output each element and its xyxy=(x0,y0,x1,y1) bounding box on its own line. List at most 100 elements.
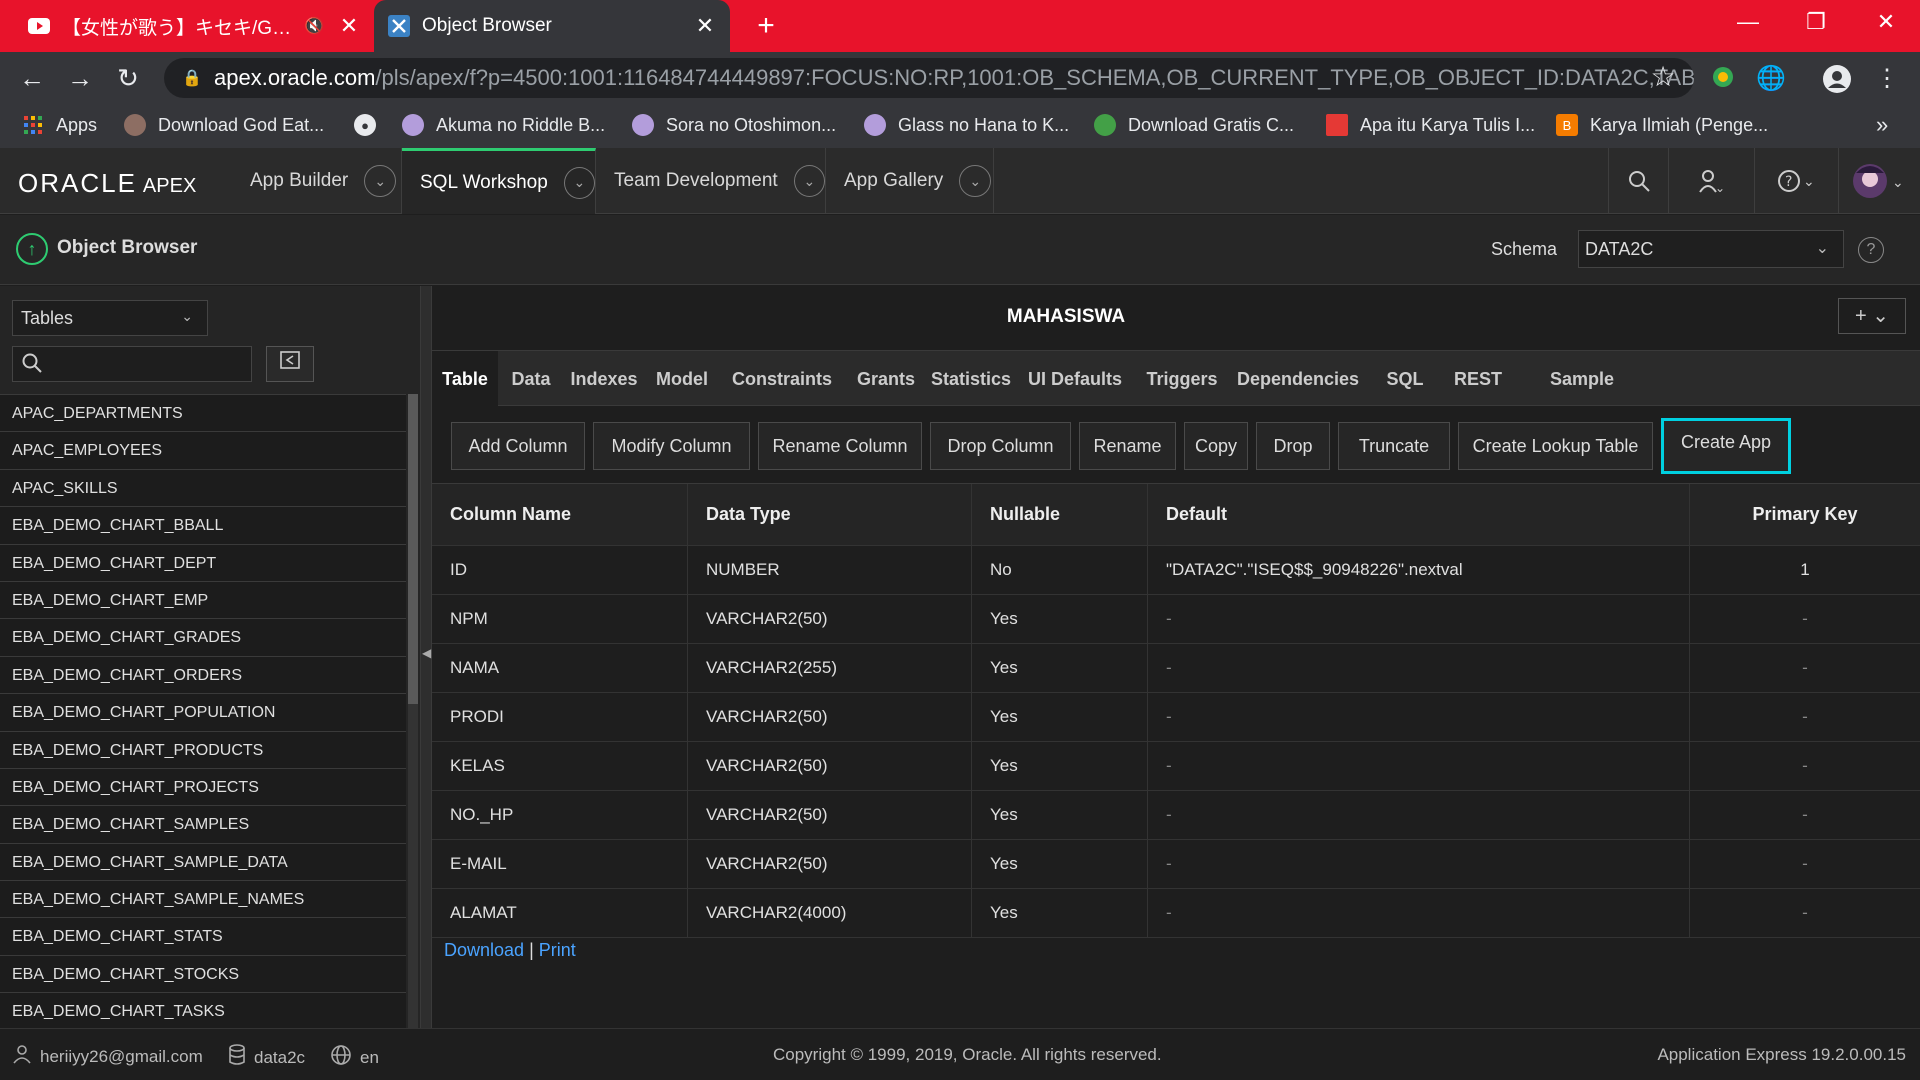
back-arrow-icon[interactable]: ← xyxy=(16,62,48,94)
footer-workspace[interactable]: data2c xyxy=(228,1044,305,1072)
chevron-down-icon[interactable]: ⌄ xyxy=(563,166,595,199)
action-button[interactable]: Rename xyxy=(1079,422,1176,470)
bookmark-sora[interactable]: Sora no Otoshimon... xyxy=(632,110,836,140)
object-list-item[interactable]: EBA_DEMO_CHART_TASKS xyxy=(0,993,406,1028)
forward-arrow-icon[interactable]: → xyxy=(64,62,96,94)
object-list-item[interactable]: EBA_DEMO_CHART_PROJECTS xyxy=(0,768,406,807)
object-list-item[interactable]: EBA_DEMO_CHART_POPULATION xyxy=(0,694,406,732)
nav-sql-workshop[interactable]: SQL Workshop ⌄ xyxy=(402,148,596,214)
clear-search-button[interactable] xyxy=(266,346,314,382)
schema-select[interactable]: DATA2C ⌄ xyxy=(1578,230,1844,268)
object-list-item[interactable]: EBA_DEMO_CHART_SAMPLE_NAMES xyxy=(0,881,406,919)
object-search-input[interactable] xyxy=(12,346,252,382)
object-list-item[interactable]: APAC_DEPARTMENTS xyxy=(0,395,406,433)
object-list-item[interactable]: EBA_DEMO_CHART_GRADES xyxy=(0,619,406,657)
action-button[interactable]: Truncate xyxy=(1338,422,1450,470)
column-header[interactable]: Data Type xyxy=(688,484,972,545)
object-list-item[interactable]: EBA_DEMO_CHART_DEPT xyxy=(0,544,406,582)
footer-language[interactable]: en xyxy=(330,1044,379,1072)
help-icon[interactable]: ? xyxy=(1858,237,1884,263)
column-header[interactable]: Default xyxy=(1148,484,1690,545)
bookmark-globe[interactable]: ● xyxy=(354,110,388,140)
bookmark-glass[interactable]: Glass no Hana to K... xyxy=(864,110,1069,140)
object-tab[interactable]: Grants xyxy=(844,351,928,407)
address-bar[interactable]: 🔒 apex.oracle.com/pls/apex/f?p=4500:1001… xyxy=(164,58,1694,98)
nav-app-builder[interactable]: App Builder ⌄ xyxy=(232,148,402,214)
object-tab[interactable]: SQL xyxy=(1368,351,1442,407)
chevron-down-icon[interactable]: ⌄ xyxy=(364,165,397,197)
footer-user[interactable]: heriiyy26@gmail.com xyxy=(12,1044,203,1070)
bookmark-karya-tulis[interactable]: Apa itu Karya Tulis I... xyxy=(1326,110,1535,140)
object-list-item[interactable]: EBA_DEMO_CHART_STATS xyxy=(0,918,406,956)
action-button[interactable]: Drop Column xyxy=(930,422,1071,470)
object-tab[interactable]: Triggers xyxy=(1136,351,1228,407)
scrollbar-thumb[interactable] xyxy=(408,394,418,704)
object-list-item[interactable]: APAC_SKILLS xyxy=(0,469,406,508)
chevron-down-icon[interactable]: ⌄ xyxy=(793,165,825,197)
object-list-item[interactable]: EBA_DEMO_CHART_EMP xyxy=(0,581,406,620)
browser-tab-youtube[interactable]: 【女性が歌う】キセキ/GReeeeN【 🔇 ✕ xyxy=(14,0,374,52)
extension-icon[interactable] xyxy=(1708,64,1738,94)
object-tab[interactable]: Model xyxy=(644,351,720,407)
object-tab[interactable]: Table xyxy=(432,351,498,407)
bookmark-karya-ilmiah[interactable]: B Karya Ilmiah (Penge... xyxy=(1556,110,1768,140)
minimize-window-button[interactable]: — xyxy=(1714,0,1782,44)
object-list-item[interactable]: EBA_DEMO_CHART_ORDERS xyxy=(0,656,406,695)
browser-menu-icon[interactable]: ⋮ xyxy=(1872,64,1902,94)
panel-splitter[interactable]: ◀ xyxy=(420,286,432,1028)
search-icon[interactable] xyxy=(1608,148,1668,214)
object-list-item[interactable]: EBA_DEMO_CHART_SAMPLE_DATA xyxy=(0,843,406,882)
object-tab[interactable]: Sample Queries xyxy=(1514,351,1650,445)
action-button[interactable]: Modify Column xyxy=(593,422,750,470)
admin-user-menu-icon[interactable]: ⌄ xyxy=(1668,148,1754,214)
print-link[interactable]: Print xyxy=(539,940,576,960)
object-tab[interactable]: Constraints xyxy=(720,351,844,407)
object-tab[interactable]: Dependencies xyxy=(1228,351,1368,407)
nav-app-gallery[interactable]: App Gallery ⌄ xyxy=(826,148,994,214)
bookmark-akuma[interactable]: Akuma no Riddle B... xyxy=(402,110,605,140)
bookmark-god-eater[interactable]: Download God Eat... xyxy=(124,110,324,140)
more-bookmarks-chevron-icon[interactable]: » xyxy=(1876,110,1888,140)
bookmark-download-gratis[interactable]: Download Gratis C... xyxy=(1094,110,1294,140)
object-tab[interactable]: Statistics xyxy=(928,351,1014,407)
create-object-menu-button[interactable]: + ⌄ xyxy=(1838,298,1906,334)
action-button[interactable]: Drop xyxy=(1256,422,1330,470)
nav-team-development[interactable]: Team Development ⌄ xyxy=(596,148,826,214)
help-menu-icon[interactable]: ? ⌄ xyxy=(1754,148,1838,214)
object-list-item[interactable]: APAC_EMPLOYEES xyxy=(0,432,406,470)
muted-speaker-icon[interactable]: 🔇 xyxy=(304,16,324,36)
object-list-scrollbar[interactable] xyxy=(408,394,418,1028)
object-list-item[interactable]: EBA_DEMO_CHART_PRODUCTS xyxy=(0,731,406,769)
action-button[interactable]: Create App xyxy=(1661,418,1791,474)
action-button[interactable]: Create Lookup Table xyxy=(1458,422,1653,470)
column-header[interactable]: Primary Key xyxy=(1690,484,1920,545)
object-list-item[interactable]: EBA_DEMO_CHART_STOCKS xyxy=(0,955,406,994)
oracle-apex-logo[interactable]: ORACLE APEX xyxy=(18,168,196,199)
object-list-item[interactable]: EBA_DEMO_CHART_SAMPLES xyxy=(0,806,406,844)
object-tab[interactable]: Indexes xyxy=(564,351,644,407)
column-header[interactable]: Column Name xyxy=(432,484,688,545)
profile-avatar-icon[interactable] xyxy=(1822,64,1852,94)
object-list-item[interactable]: EBA_DEMO_CHART_BBALL xyxy=(0,507,406,545)
action-button[interactable]: Rename Column xyxy=(758,422,922,470)
action-button[interactable]: Add Column xyxy=(451,422,585,470)
new-tab-button[interactable]: + xyxy=(748,8,784,44)
reload-icon[interactable]: ↻ xyxy=(112,62,144,94)
up-arrow-icon[interactable]: ↑ xyxy=(16,233,48,265)
collapse-arrow-icon[interactable]: ◀ xyxy=(422,646,431,660)
close-tab-icon[interactable]: ✕ xyxy=(338,13,360,39)
globe-extension-icon[interactable]: 🌐 xyxy=(1756,64,1786,94)
column-header[interactable]: Nullable xyxy=(972,484,1148,545)
object-tab[interactable]: UI Defaults xyxy=(1014,351,1136,407)
restore-window-button[interactable]: ❐ xyxy=(1782,0,1850,44)
object-tab[interactable]: REST xyxy=(1442,351,1514,407)
object-type-select[interactable]: Tables ⌄ xyxy=(12,300,208,336)
browser-tab-object-browser[interactable]: Object Browser ✕ xyxy=(374,0,730,52)
chevron-down-icon[interactable]: ⌄ xyxy=(959,165,992,197)
close-tab-icon[interactable]: ✕ xyxy=(694,13,716,39)
bookmark-apps[interactable]: Apps xyxy=(22,110,97,140)
user-avatar[interactable]: ⌄ xyxy=(1838,148,1920,214)
object-tab[interactable]: Data xyxy=(498,351,564,407)
action-button[interactable]: Copy xyxy=(1184,422,1248,470)
close-window-button[interactable]: ✕ xyxy=(1852,0,1920,44)
